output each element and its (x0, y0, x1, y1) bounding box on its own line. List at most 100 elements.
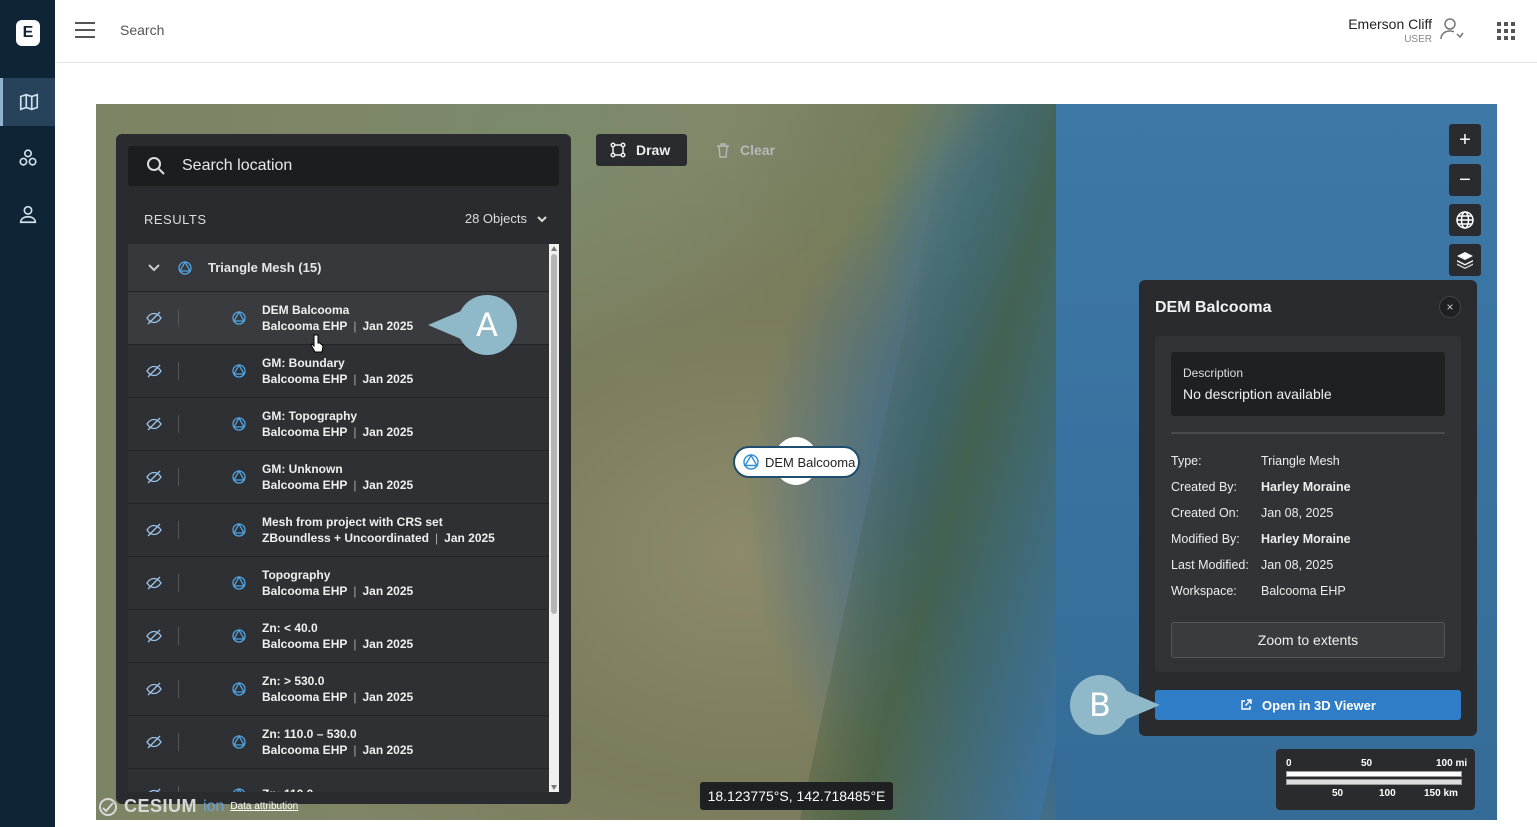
list-item[interactable]: Zn: 110.0 – 530.0 Balcooma EHP | Jan 2025 (128, 716, 559, 769)
detail-title: DEM Balcooma (1155, 299, 1272, 316)
objects-count: 28 Objects (464, 211, 527, 226)
triangle-mesh-icon (232, 629, 246, 643)
description-label: Description (1183, 366, 1244, 380)
nav-item-account[interactable] (0, 190, 55, 238)
cesium-attribution: CESIUM ion Data attribution (98, 796, 298, 817)
property-key: Created On: (1171, 506, 1240, 520)
clear-label: Clear (740, 142, 776, 158)
item-meta: Balcooma EHP | Jan 2025 (262, 478, 413, 492)
scroll-up-arrow[interactable] (551, 246, 557, 251)
scroll-down-arrow[interactable] (551, 785, 557, 790)
zoom-in-button[interactable]: + (1449, 124, 1481, 156)
item-meta: Balcooma EHP | Jan 2025 (262, 637, 413, 651)
visibility-off-icon[interactable] (146, 734, 162, 750)
triangle-mesh-icon (232, 523, 246, 537)
search-icon (147, 157, 165, 175)
item-name: GM: Boundary (262, 356, 345, 370)
list-item[interactable]: GM: Unknown Balcooma EHP | Jan 2025 (128, 451, 559, 504)
globe-button[interactable] (1449, 204, 1481, 236)
triangle-mesh-icon (178, 260, 192, 275)
property-key: Type: (1171, 454, 1202, 468)
callout-b: B (1070, 675, 1130, 735)
row-divider (178, 733, 179, 751)
item-name: GM: Topography (262, 409, 358, 423)
top-bar: Search Emerson Cliff USER (55, 0, 1537, 63)
menu-icon[interactable] (75, 22, 95, 40)
data-attribution-link[interactable]: Data attribution (230, 801, 298, 812)
external-link-icon (1241, 699, 1252, 710)
visibility-off-icon[interactable] (146, 681, 162, 697)
scrollbar-thumb[interactable] (551, 254, 557, 614)
nav-item-objects[interactable] (0, 134, 55, 182)
property-row: Workspace: Balcooma EHP (1171, 584, 1351, 610)
divider (1171, 432, 1445, 434)
property-row: Modified By: Harley Moraine (1171, 532, 1351, 558)
item-workspace: Balcooma EHP (262, 478, 348, 492)
visibility-off-icon[interactable] (146, 363, 162, 379)
user-account-icon[interactable] (1439, 16, 1465, 42)
meta-separator: | (353, 637, 357, 651)
triangle-mesh-icon (232, 311, 246, 325)
item-workspace: Balcooma EHP (262, 690, 348, 704)
property-value: Harley Moraine (1261, 532, 1351, 546)
scale-km-0: 50 (1332, 788, 1344, 799)
user-name: Emerson Cliff (1348, 16, 1432, 32)
chevron-down-icon (537, 215, 547, 222)
app-logo[interactable]: E (16, 20, 40, 46)
map-object-label[interactable]: DEM Balcooma (733, 446, 860, 478)
list-item[interactable]: Zn: 110.0 (128, 769, 559, 792)
item-workspace: Balcooma EHP (262, 319, 348, 333)
visibility-off-icon[interactable] (146, 787, 162, 792)
objects-count-dropdown[interactable]: 28 Objects (465, 211, 547, 226)
global-search-input[interactable]: Search (120, 22, 164, 38)
close-button[interactable]: × (1439, 296, 1461, 318)
description-value: No description available (1183, 386, 1332, 402)
location-search-input[interactable]: Search location (128, 146, 559, 186)
zoom-to-extents-button[interactable]: Zoom to extents (1171, 622, 1445, 658)
results-scrollbar[interactable] (549, 244, 559, 792)
visibility-off-icon[interactable] (146, 522, 162, 538)
open-3d-label: Open in 3D Viewer (1262, 697, 1376, 713)
detail-panel: DEM Balcooma × Description No descriptio… (1139, 280, 1477, 736)
property-row: Type: Triangle Mesh (1171, 454, 1351, 480)
nav-item-map[interactable] (0, 78, 55, 126)
item-meta: ZBoundless + Uncoordinated | Jan 2025 (262, 531, 495, 545)
scale-bar-km (1286, 779, 1462, 785)
list-item[interactable]: Topography Balcooma EHP | Jan 2025 (128, 557, 559, 610)
property-row: Last Modified: Jan 08, 2025 (1171, 558, 1351, 584)
apps-grid-icon[interactable] (1497, 22, 1515, 40)
meta-separator: | (353, 478, 357, 492)
visibility-off-icon[interactable] (146, 416, 162, 432)
list-item[interactable]: Mesh from project with CRS set ZBoundless… (128, 504, 559, 557)
visibility-off-icon[interactable] (146, 628, 162, 644)
list-item[interactable]: GM: Topography Balcooma EHP | Jan 2025 (128, 398, 559, 451)
item-workspace: Balcooma EHP (262, 584, 348, 598)
property-row: Created On: Jan 08, 2025 (1171, 506, 1351, 532)
visibility-off-icon[interactable] (146, 310, 162, 326)
list-item[interactable]: Zn: < 40.0 Balcooma EHP | Jan 2025 (128, 610, 559, 663)
results-label: RESULTS (144, 212, 207, 227)
map-icon (19, 93, 39, 111)
draw-button[interactable]: Draw (596, 134, 687, 166)
item-workspace: Balcooma EHP (262, 637, 348, 651)
open-3d-viewer-button[interactable]: Open in 3D Viewer (1155, 690, 1461, 720)
globe-icon (1456, 211, 1474, 229)
clear-button[interactable]: Clear (716, 134, 775, 166)
item-workspace: ZBoundless + Uncoordinated (262, 531, 430, 545)
group-header-triangle-mesh[interactable]: Triangle Mesh (15) (128, 244, 559, 292)
cesium-logo-icon (99, 797, 117, 816)
item-meta: Balcooma EHP | Jan 2025 (262, 690, 413, 704)
objects-icon (18, 149, 37, 166)
item-meta: Balcooma EHP | Jan 2025 (262, 584, 413, 598)
group-title: Triangle Mesh (15) (208, 260, 322, 275)
triangle-mesh-icon (232, 682, 246, 696)
triangle-mesh-icon (232, 576, 246, 590)
chevron-down-icon[interactable] (148, 263, 160, 272)
layers-button[interactable] (1449, 244, 1481, 276)
visibility-off-icon[interactable] (146, 575, 162, 591)
user-info[interactable]: Emerson Cliff USER (1348, 16, 1432, 45)
zoom-out-button[interactable]: − (1449, 164, 1481, 196)
list-item[interactable]: Zn: > 530.0 Balcooma EHP | Jan 2025 (128, 663, 559, 716)
scale-bar: 0 50 100 mi 50 100 150 km (1276, 749, 1475, 810)
visibility-off-icon[interactable] (146, 469, 162, 485)
